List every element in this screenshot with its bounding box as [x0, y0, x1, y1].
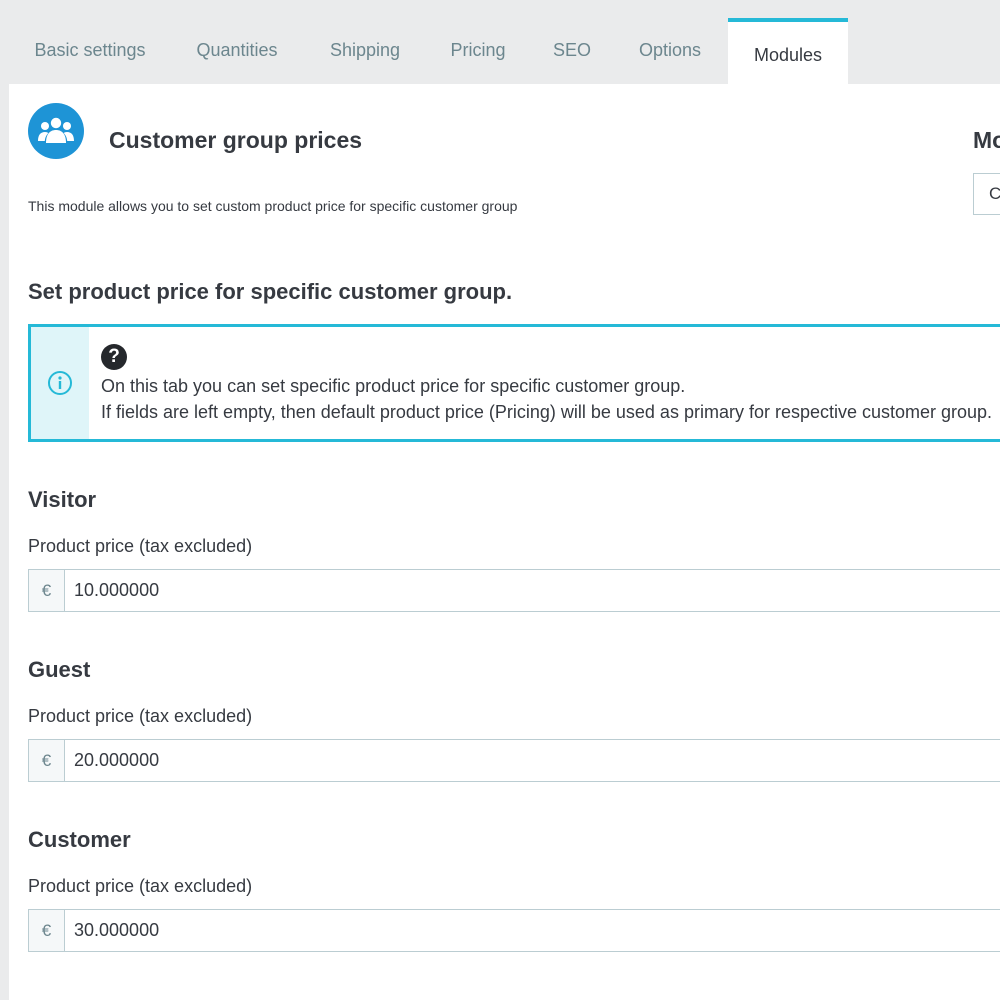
tab-options[interactable]: Options	[620, 18, 720, 84]
tab-label: Basic settings	[34, 39, 146, 60]
question-circle-icon[interactable]: ?	[101, 344, 127, 370]
euro-icon: €	[29, 910, 65, 951]
guest-price-input[interactable]	[65, 740, 1000, 781]
visitor-price-label: Product price (tax excluded)	[28, 536, 253, 556]
tab-label: Shipping	[329, 39, 401, 60]
info-icon	[31, 327, 89, 439]
tab-modules[interactable]: Modules	[728, 18, 848, 84]
group-title-guest: Guest	[28, 657, 91, 682]
guest-price-input-group: €	[28, 739, 1000, 782]
customer-price-input-group: €	[28, 909, 1000, 952]
customer-price-label: Product price (tax excluded)	[28, 876, 253, 896]
alert-text-line-2: If fields are left empty, then default p…	[101, 402, 993, 422]
tab-label: Modules	[753, 44, 823, 65]
section-title: Set product price for specific customer …	[28, 279, 513, 304]
modules-panel: Customer group prices This module allows…	[9, 84, 1000, 1000]
tab-shipping[interactable]: Shipping	[310, 18, 420, 84]
product-tabs: Basic settings Quantities Shipping Prici…	[0, 0, 1000, 84]
module-title: Customer group prices	[109, 127, 363, 153]
tab-basic-settings[interactable]: Basic settings	[14, 18, 166, 84]
side-panel-title: Mo	[973, 127, 1000, 153]
customer-price-input[interactable]	[65, 910, 1000, 951]
tab-label: Quantities	[196, 39, 278, 60]
visitor-price-input[interactable]	[65, 570, 1000, 611]
users-icon	[28, 103, 84, 159]
tab-quantities[interactable]: Quantities	[176, 18, 298, 84]
group-title-customer: Customer	[28, 827, 131, 852]
tab-seo[interactable]: SEO	[536, 18, 608, 84]
tab-label: Pricing	[450, 39, 506, 60]
euro-icon: €	[29, 570, 65, 611]
info-alert: ? On this tab you can set specific produ…	[28, 324, 1000, 442]
group-title-visitor: Visitor	[28, 487, 97, 512]
alert-text-line-1: On this tab you can set specific product…	[101, 376, 686, 396]
euro-icon: €	[29, 740, 65, 781]
tab-pricing[interactable]: Pricing	[432, 18, 524, 84]
tab-label: SEO	[552, 39, 591, 60]
tab-label: Options	[638, 39, 702, 60]
visitor-price-input-group: €	[28, 569, 1000, 612]
module-description: This module allows you to set custom pro…	[28, 198, 518, 214]
side-panel-select[interactable]: C	[973, 173, 1000, 215]
guest-price-label: Product price (tax excluded)	[28, 706, 253, 726]
